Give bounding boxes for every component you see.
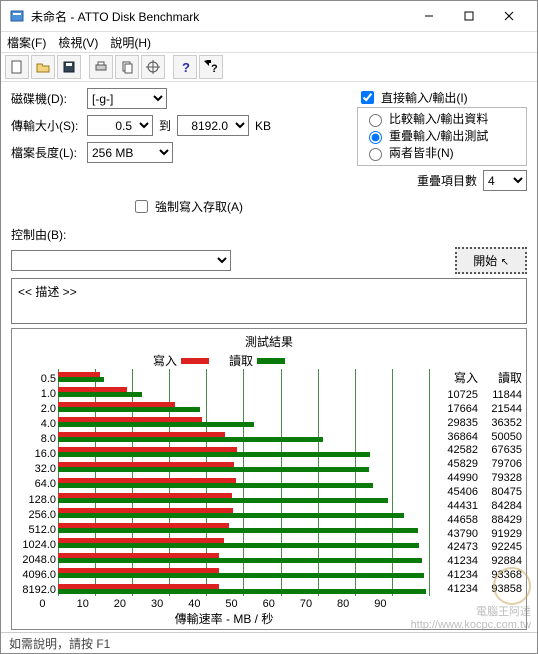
title-bar: 未命名 - ATTO Disk Benchmark <box>1 1 537 32</box>
app-icon <box>9 8 25 24</box>
x-axis-labels: 0102030405060708090 <box>58 598 430 612</box>
length-select[interactable]: 256 MB <box>87 142 173 163</box>
controller-select[interactable] <box>11 250 231 271</box>
radio-compare[interactable]: 比較輸入/輸出資料 <box>364 110 520 127</box>
radio-overlap[interactable]: 重疊輸入/輸出測試 <box>364 127 520 144</box>
chart-legend: 寫入 讀取 <box>14 352 524 369</box>
xfer-to-select[interactable]: 8192.0 <box>177 115 249 136</box>
ctrl-label: 控制由(B): <box>11 226 81 243</box>
description-box[interactable]: << 描述 >> <box>11 278 527 324</box>
open-button[interactable] <box>31 55 55 79</box>
len-label: 檔案長度(L): <box>11 144 81 161</box>
xfer-from-select[interactable]: 0.5 <box>87 115 153 136</box>
menu-file[interactable]: 檔案(F) <box>7 34 46 51</box>
help-button[interactable]: ? <box>173 55 197 79</box>
x-axis-title: 傳輸速率 - MB / 秒 <box>14 610 524 627</box>
to-label: 到 <box>159 117 171 134</box>
value-columns: 寫入讀取 10725118441766421544298353635236864… <box>430 369 524 612</box>
queue-label: 重疊項目數 <box>417 172 477 189</box>
close-button[interactable] <box>489 2 529 30</box>
svg-text:?: ? <box>182 60 190 74</box>
results-panel: 測試結果 寫入 讀取 0.51.02.04.08.016.032.064.012… <box>11 328 527 630</box>
menu-view[interactable]: 檢視(V) <box>58 34 98 51</box>
start-button[interactable]: 開始 ↖ <box>455 247 527 274</box>
results-title: 測試結果 <box>14 333 524 350</box>
context-help-button[interactable]: ? <box>199 55 223 79</box>
kb-label: KB <box>255 119 271 133</box>
menu-bar: 檔案(F) 檢視(V) 說明(H) <box>1 32 537 52</box>
maximize-button[interactable] <box>449 2 489 30</box>
new-button[interactable] <box>5 55 29 79</box>
window-title: 未命名 - ATTO Disk Benchmark <box>31 8 409 25</box>
mode-group: 比較輸入/輸出資料 重疊輸入/輸出測試 兩者皆非(N) <box>357 107 527 166</box>
direct-io-checkbox[interactable]: 直接輸入/輸出(I) <box>357 88 527 107</box>
minimize-button[interactable] <box>409 2 449 30</box>
app-window: 未命名 - ATTO Disk Benchmark 檔案(F) 檢視(V) 說明… <box>0 0 538 654</box>
print-button[interactable] <box>89 55 113 79</box>
force-write-checkbox[interactable]: 強制寫入存取(A) <box>131 197 243 216</box>
svg-text:?: ? <box>211 63 218 74</box>
status-bar: 如需說明，請按 F1 <box>1 632 537 653</box>
y-axis-labels: 0.51.02.04.08.016.032.064.0128.0256.0512… <box>14 369 58 612</box>
target-button[interactable] <box>141 55 165 79</box>
bar-chart <box>58 369 430 596</box>
queue-select[interactable]: 4 <box>483 170 527 191</box>
drive-select[interactable]: [-g-] <box>87 88 167 109</box>
radio-neither[interactable]: 兩者皆非(N) <box>364 144 520 161</box>
xfer-label: 傳輸大小(S): <box>11 117 81 134</box>
copy-button[interactable] <box>115 55 139 79</box>
drive-label: 磁碟機(D): <box>11 90 81 107</box>
save-button[interactable] <box>57 55 81 79</box>
menu-help[interactable]: 說明(H) <box>110 34 151 51</box>
toolbar: ? ? <box>1 52 537 82</box>
